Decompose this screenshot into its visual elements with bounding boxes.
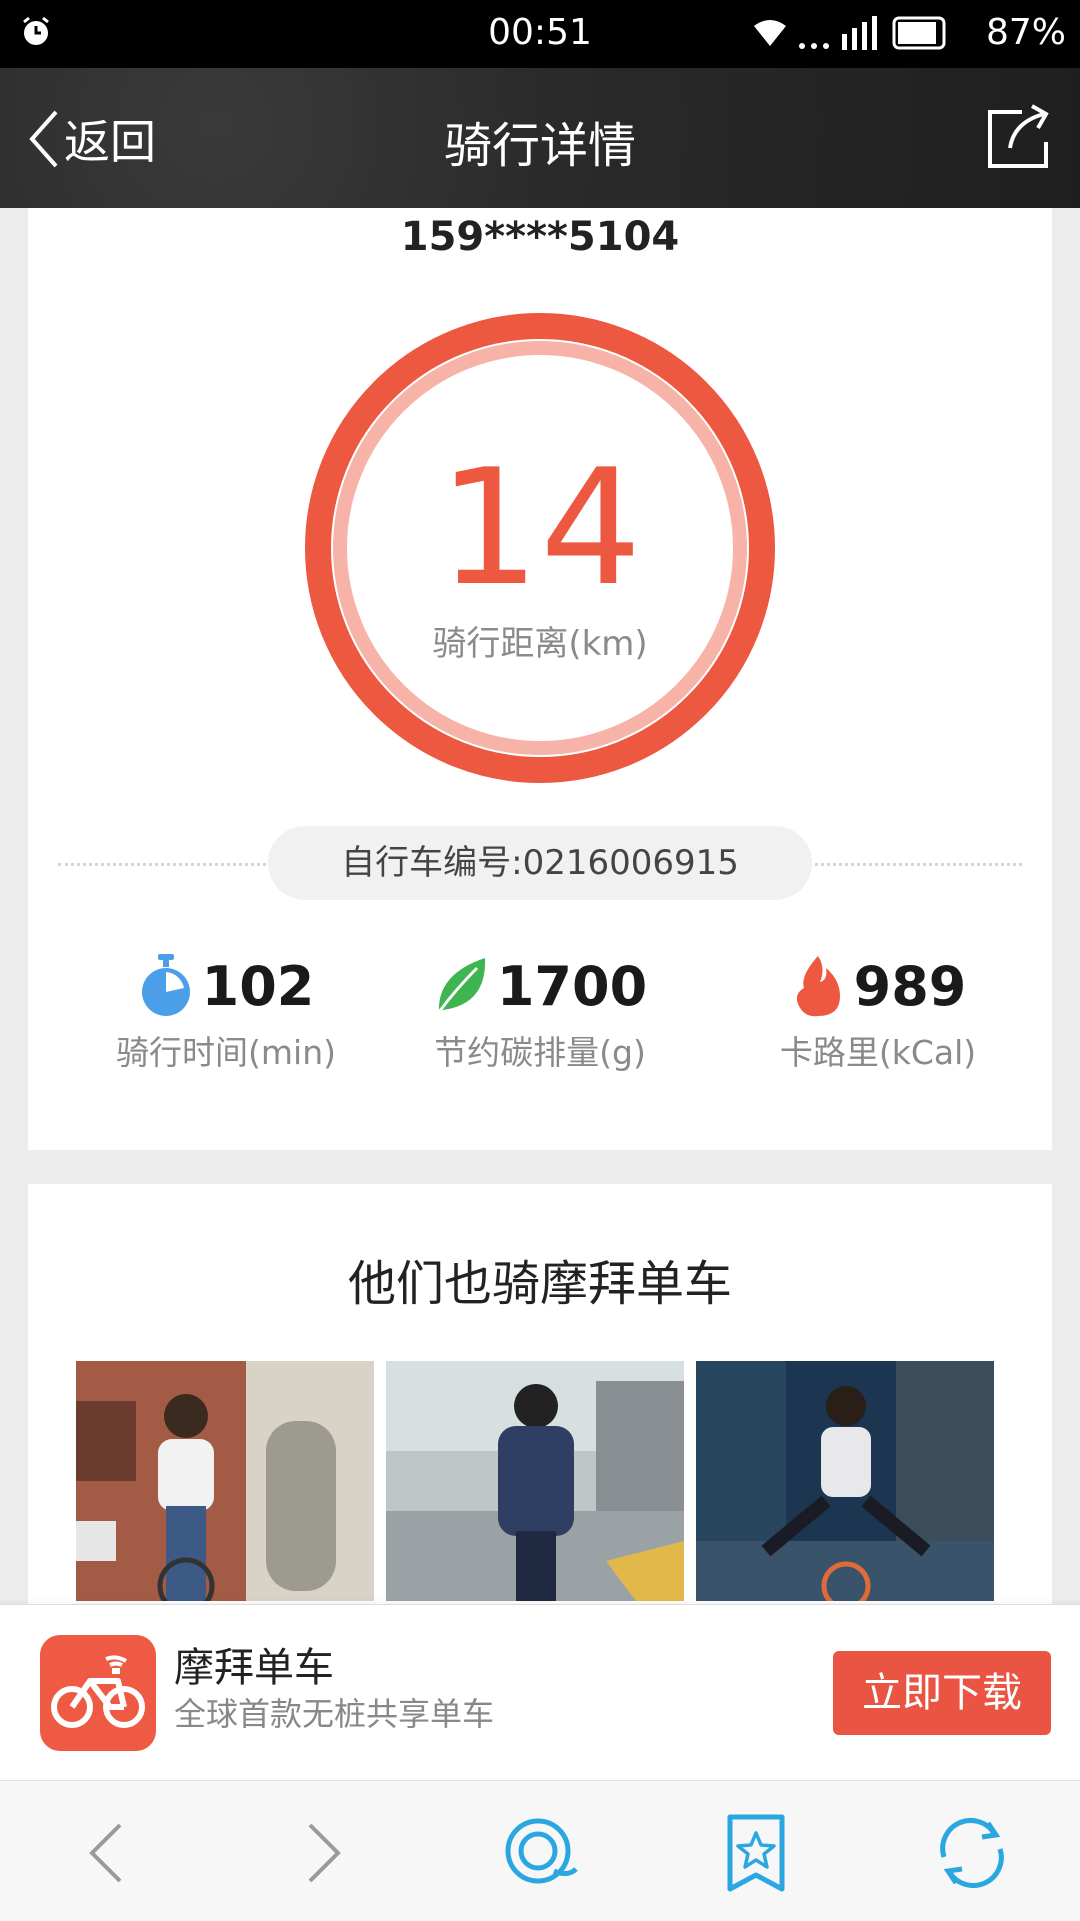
- nav-refresh-icon[interactable]: [930, 1811, 1014, 1895]
- page-title: 骑行详情: [443, 118, 636, 174]
- distance-label: 骑行距离(km): [432, 624, 648, 664]
- stat-carbon-saved: 1700 节约碳排量(g): [390, 950, 690, 1074]
- bicycle-icon: [51, 1655, 145, 1728]
- stopwatch-icon: [141, 954, 190, 1016]
- ad-app-name: 摩拜单车: [174, 1645, 334, 1691]
- signal-icons: [754, 16, 946, 50]
- ad-app-description: 全球首款无桩共享单车: [174, 1695, 495, 1733]
- nav-home-search-icon[interactable]: [498, 1811, 582, 1895]
- share-icon[interactable]: [982, 102, 1054, 174]
- ride-time-label: 骑行时间(min): [116, 1033, 336, 1072]
- user-phone: 159****5104: [400, 214, 680, 260]
- mobike-app-icon[interactable]: [40, 1635, 156, 1751]
- app-ad-banner[interactable]: 摩拜单车 全球首款无桩共享单车 立即下载: [0, 1604, 1080, 1781]
- promo-card: 他们也骑摩拜单车: [28, 1184, 1052, 1604]
- ride-summary-card: 159****5104 14 骑行距离(km) 自行车编号:0216006915…: [28, 208, 1052, 1150]
- promo-heading: 他们也骑摩拜单车: [347, 1256, 732, 1312]
- battery-percent: 87%: [985, 12, 1066, 53]
- nav-back-icon[interactable]: [66, 1811, 150, 1895]
- rider-photo-2[interactable]: [386, 1361, 684, 1601]
- stat-calories: 989 卡路里(kCal): [728, 950, 1028, 1074]
- download-button[interactable]: 立即下载: [833, 1651, 1051, 1735]
- carbon-saved-label: 节约碳排量(g): [434, 1033, 646, 1072]
- bike-number-badge: 自行车编号:0216006915: [268, 826, 812, 900]
- carbon-saved-value: 1700: [496, 954, 648, 1018]
- calories-label: 卡路里(kCal): [779, 1033, 977, 1072]
- nav-forward-icon[interactable]: [280, 1811, 364, 1895]
- app-header: 返回 骑行详情: [0, 68, 1080, 208]
- rider-photo-1[interactable]: [76, 1361, 374, 1601]
- calories-value: 989: [853, 954, 967, 1018]
- status-bar: 00:51 87%: [0, 0, 1080, 68]
- flame-icon: [796, 956, 840, 1017]
- leaf-icon: [437, 958, 485, 1013]
- rider-photo-3[interactable]: [696, 1361, 994, 1601]
- stat-ride-time: 102 骑行时间(min): [76, 950, 376, 1074]
- nav-bookmark-icon[interactable]: [714, 1811, 798, 1895]
- distance-value: 14: [438, 434, 642, 621]
- browser-bottom-nav: [0, 1780, 1080, 1921]
- ride-time-value: 102: [201, 954, 315, 1018]
